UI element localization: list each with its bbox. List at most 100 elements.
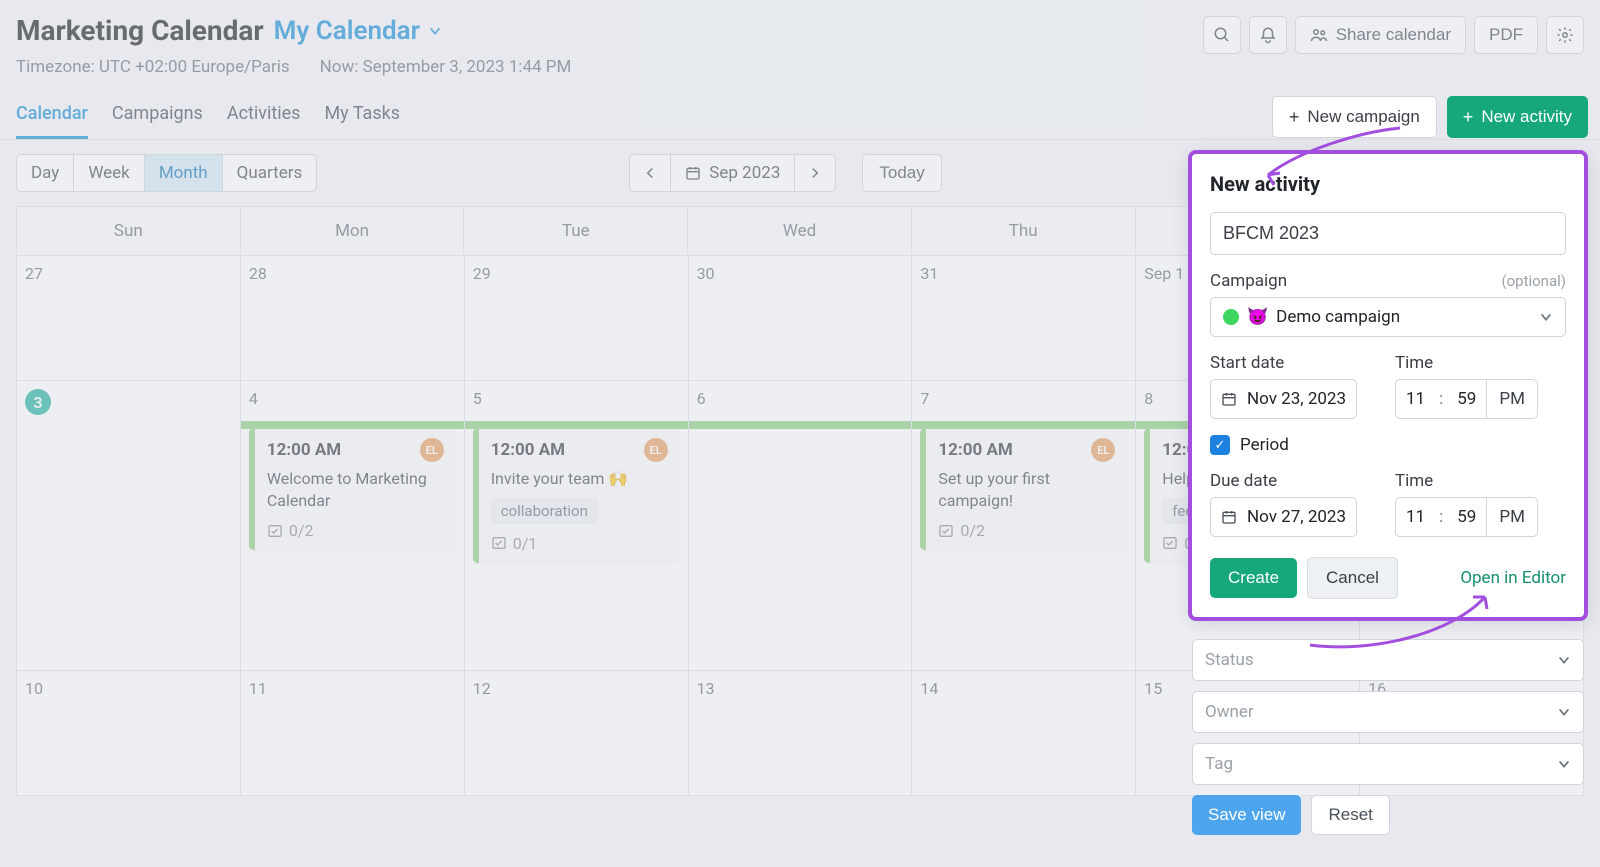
- time-label: Time: [1395, 353, 1566, 373]
- plus-icon: +: [1289, 108, 1300, 126]
- checklist-icon: [491, 535, 507, 551]
- event-tag: collaboration: [491, 498, 598, 524]
- period-label: Sep 2023: [709, 163, 780, 183]
- save-view-button[interactable]: Save view: [1192, 795, 1301, 835]
- calendar-cell[interactable]: 3: [17, 381, 241, 671]
- calendar-cell[interactable]: 4 12:00 AM EL Welcome to Marketing Calen…: [241, 381, 465, 671]
- chevron-down-icon: [1557, 757, 1571, 771]
- view-day[interactable]: Day: [17, 155, 74, 191]
- owner-label: Owner: [1205, 702, 1254, 722]
- campaign-bar[interactable]: [689, 421, 912, 429]
- period-label: Period: [1240, 435, 1289, 455]
- calendar-cell[interactable]: 29: [465, 256, 689, 381]
- calendar-cell[interactable]: 27: [17, 256, 241, 381]
- calendar-cell[interactable]: 14: [912, 671, 1136, 796]
- view-month[interactable]: Month: [145, 155, 223, 191]
- settings-button[interactable]: [1546, 16, 1584, 54]
- calendar-cell[interactable]: 11: [241, 671, 465, 796]
- view-quarters[interactable]: Quarters: [223, 155, 317, 191]
- prev-period-button[interactable]: [630, 155, 671, 191]
- start-time-input[interactable]: 11 : 59 PM: [1395, 379, 1538, 419]
- tag-filter[interactable]: Tag: [1192, 743, 1584, 785]
- tab-campaigns[interactable]: Campaigns: [112, 103, 203, 139]
- owner-filter[interactable]: Owner: [1192, 691, 1584, 733]
- calendar-cell[interactable]: 6: [689, 381, 913, 671]
- day-header: Sun: [17, 207, 241, 255]
- start-hour[interactable]: 11: [1396, 380, 1435, 418]
- campaign-color-dot: [1223, 309, 1239, 325]
- due-date-value: Nov 27, 2023: [1247, 507, 1346, 527]
- pdf-label: PDF: [1489, 25, 1523, 45]
- campaign-bar[interactable]: [465, 421, 688, 429]
- period-display[interactable]: Sep 2023: [671, 155, 795, 191]
- tab-calendar[interactable]: Calendar: [16, 103, 88, 139]
- create-button[interactable]: Create: [1210, 558, 1297, 598]
- date-number: 14: [920, 679, 938, 698]
- date-number: 5: [473, 389, 482, 408]
- notifications-button[interactable]: [1249, 16, 1287, 54]
- tab-activities[interactable]: Activities: [227, 103, 301, 139]
- start-date-input[interactable]: Nov 23, 2023: [1210, 379, 1357, 419]
- campaign-bar[interactable]: [912, 421, 1135, 429]
- gear-icon: [1556, 26, 1574, 44]
- period-checkbox[interactable]: ✓: [1210, 435, 1230, 455]
- start-min[interactable]: 59: [1447, 380, 1486, 418]
- calendar-cell[interactable]: 12: [465, 671, 689, 796]
- due-date-label: Due date: [1210, 471, 1381, 491]
- date-number: 7: [920, 389, 929, 408]
- date-number: 15: [1144, 679, 1162, 698]
- new-activity-button[interactable]: + New activity: [1447, 96, 1588, 138]
- new-campaign-label: New campaign: [1307, 107, 1419, 127]
- chevron-left-icon: [644, 166, 656, 180]
- new-campaign-button[interactable]: + New campaign: [1272, 96, 1437, 138]
- day-header: Wed: [688, 207, 912, 255]
- date-number: Sep 1: [1144, 264, 1184, 283]
- today-button[interactable]: Today: [862, 154, 941, 192]
- avatar: EL: [420, 438, 444, 462]
- calendar-cell[interactable]: 7 12:00 AM EL Set up your first campaign…: [912, 381, 1136, 671]
- event-title: Set up your first campaign!: [938, 468, 1115, 511]
- event-card[interactable]: 12:00 AM EL Set up your first campaign! …: [920, 428, 1127, 550]
- start-ampm[interactable]: PM: [1486, 380, 1537, 418]
- calendar-cell[interactable]: 30: [689, 256, 913, 381]
- calendar-cell[interactable]: 5 12:00 AM EL Invite your team 🙌 collabo…: [465, 381, 689, 671]
- campaign-select[interactable]: 😈 Demo campaign: [1210, 297, 1566, 337]
- reset-button[interactable]: Reset: [1311, 795, 1389, 835]
- view-week[interactable]: Week: [74, 155, 144, 191]
- chevron-down-icon: [1539, 310, 1553, 324]
- checklist-icon: [1162, 535, 1178, 551]
- due-date-input[interactable]: Nov 27, 2023: [1210, 497, 1357, 537]
- calendar-cell[interactable]: 13: [689, 671, 913, 796]
- tab-my-tasks[interactable]: My Tasks: [324, 103, 400, 139]
- status-filter[interactable]: Status: [1192, 639, 1584, 681]
- due-hour[interactable]: 11: [1396, 498, 1435, 536]
- calendar-cell[interactable]: 10: [17, 671, 241, 796]
- next-period-button[interactable]: [795, 155, 835, 191]
- calendar-cell[interactable]: 28: [241, 256, 465, 381]
- calendar-cell[interactable]: 31: [912, 256, 1136, 381]
- subtask-count: 0/1: [491, 534, 668, 553]
- panel-title: New activity: [1210, 172, 1566, 196]
- event-card[interactable]: 12:00 AM EL Invite your team 🙌 collabora…: [473, 428, 680, 563]
- date-number: 12: [473, 679, 491, 698]
- calendar-selector[interactable]: My Calendar: [274, 16, 442, 46]
- share-calendar-button[interactable]: Share calendar: [1295, 16, 1466, 54]
- calendar-icon: [685, 165, 701, 181]
- due-time-input[interactable]: 11 : 59 PM: [1395, 497, 1538, 537]
- checklist-icon: [267, 523, 283, 539]
- activity-name-input[interactable]: [1210, 212, 1566, 255]
- people-icon: [1310, 26, 1328, 44]
- calendar-icon: [1221, 509, 1237, 525]
- pdf-button[interactable]: PDF: [1474, 16, 1538, 54]
- due-ampm[interactable]: PM: [1486, 498, 1537, 536]
- date-number: 28: [249, 264, 267, 283]
- event-card[interactable]: 12:00 AM EL Welcome to Marketing Calenda…: [249, 428, 456, 550]
- open-in-editor-link[interactable]: Open in Editor: [1460, 568, 1566, 588]
- campaign-bar[interactable]: [241, 421, 464, 429]
- due-min[interactable]: 59: [1447, 498, 1486, 536]
- new-activity-label: New activity: [1481, 107, 1572, 127]
- search-button[interactable]: [1203, 16, 1241, 54]
- cancel-button[interactable]: Cancel: [1307, 557, 1398, 599]
- date-number: 10: [25, 679, 43, 698]
- start-date-label: Start date: [1210, 353, 1381, 373]
